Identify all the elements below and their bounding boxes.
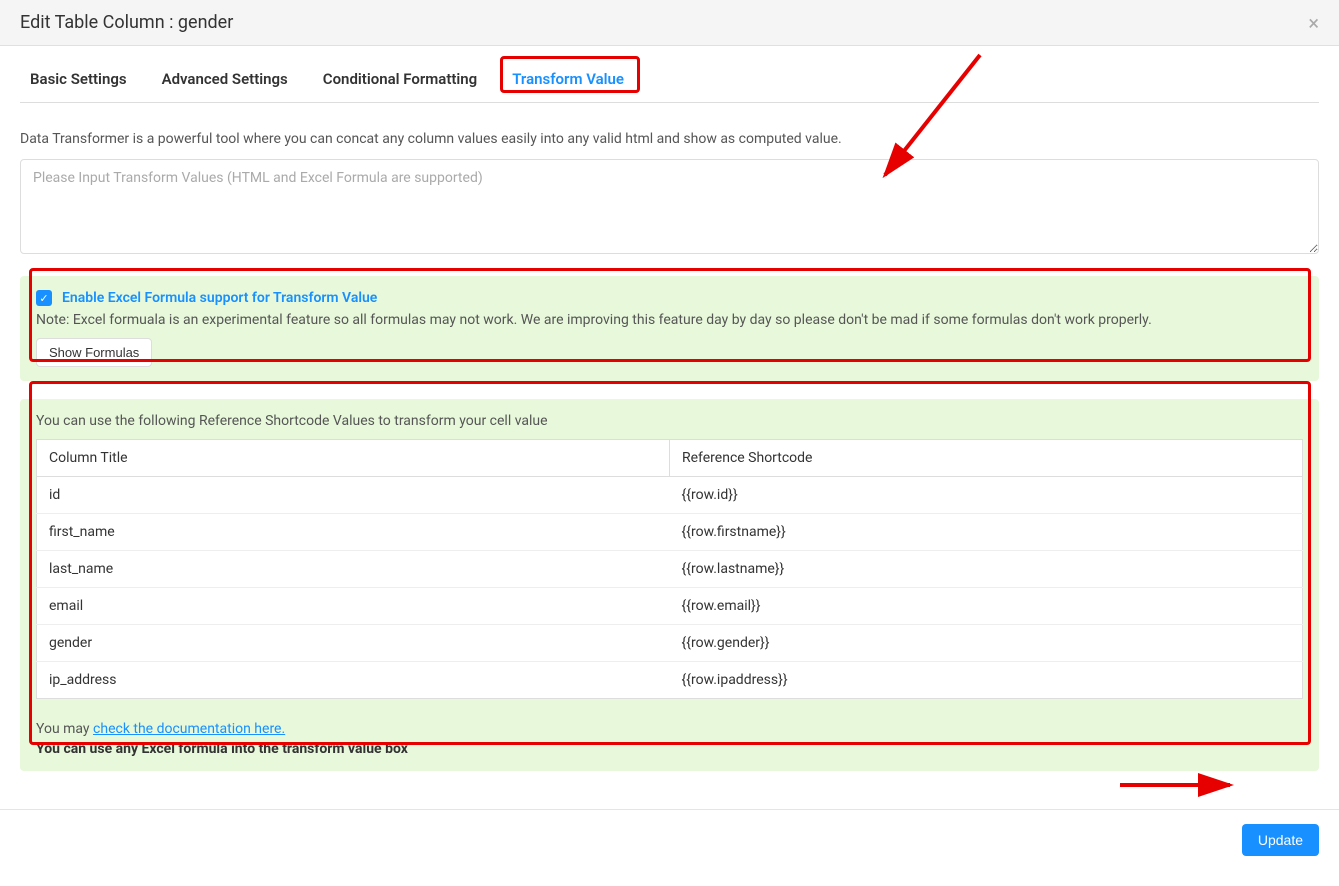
reference-shortcode-cell: {{row.lastname}} [670, 551, 1303, 588]
tab-transform-value[interactable]: Transform Value [512, 56, 624, 102]
reference-shortcode-cell: {{row.id}} [670, 477, 1303, 514]
table-row: id {{row.id}} [37, 477, 1303, 514]
column-title-cell: id [37, 477, 670, 514]
enable-excel-label: Enable Excel Formula support for Transfo… [62, 290, 377, 306]
modal-footer: Update [0, 809, 1339, 886]
table-row: ip_address {{row.ipaddress}} [37, 662, 1303, 699]
show-formulas-button[interactable]: Show Formulas [36, 338, 152, 367]
excel-formula-panel: ✓ Enable Excel Formula support for Trans… [20, 276, 1319, 381]
table-row: email {{row.email}} [37, 588, 1303, 625]
close-icon[interactable]: × [1308, 13, 1319, 33]
tab-conditional-formatting[interactable]: Conditional Formatting [323, 56, 477, 102]
transform-value-input[interactable] [20, 159, 1319, 254]
modal-title: Edit Table Column : gender [20, 12, 233, 33]
reference-shortcode-cell: {{row.firstname}} [670, 514, 1303, 551]
column-title-cell: ip_address [37, 662, 670, 699]
transform-description: Data Transformer is a powerful tool wher… [20, 131, 1319, 147]
reference-table: Column Title Reference Shortcode id {{ro… [36, 439, 1303, 699]
reference-description: You can use the following Reference Shor… [36, 413, 1303, 429]
column-title-header: Column Title [37, 440, 670, 477]
reference-shortcode-panel: You can use the following Reference Shor… [20, 399, 1319, 771]
documentation-line: You may check the documentation here. [36, 721, 1303, 737]
excel-note: Note: Excel formuala is an experimental … [36, 312, 1303, 328]
tab-basic-settings[interactable]: Basic Settings [30, 56, 127, 102]
table-row: first_name {{row.firstname}} [37, 514, 1303, 551]
reference-shortcode-cell: {{row.email}} [670, 588, 1303, 625]
reference-shortcode-cell: {{row.gender}} [670, 625, 1303, 662]
update-button[interactable]: Update [1242, 824, 1319, 856]
table-row: gender {{row.gender}} [37, 625, 1303, 662]
column-title-cell: gender [37, 625, 670, 662]
tab-advanced-settings[interactable]: Advanced Settings [162, 56, 288, 102]
column-title-cell: first_name [37, 514, 670, 551]
table-row: last_name {{row.lastname}} [37, 551, 1303, 588]
tabs: Basic Settings Advanced Settings Conditi… [20, 56, 1319, 103]
reference-shortcode-header: Reference Shortcode [670, 440, 1303, 477]
excel-formula-bold-note: You can use any Excel formula into the t… [36, 741, 1303, 757]
documentation-link[interactable]: check the documentation here. [93, 721, 285, 737]
column-title-cell: email [37, 588, 670, 625]
reference-shortcode-cell: {{row.ipaddress}} [670, 662, 1303, 699]
column-title-cell: last_name [37, 551, 670, 588]
enable-excel-checkbox[interactable]: ✓ [36, 290, 52, 306]
doc-prefix: You may [36, 721, 93, 737]
modal-header: Edit Table Column : gender × [0, 0, 1339, 46]
